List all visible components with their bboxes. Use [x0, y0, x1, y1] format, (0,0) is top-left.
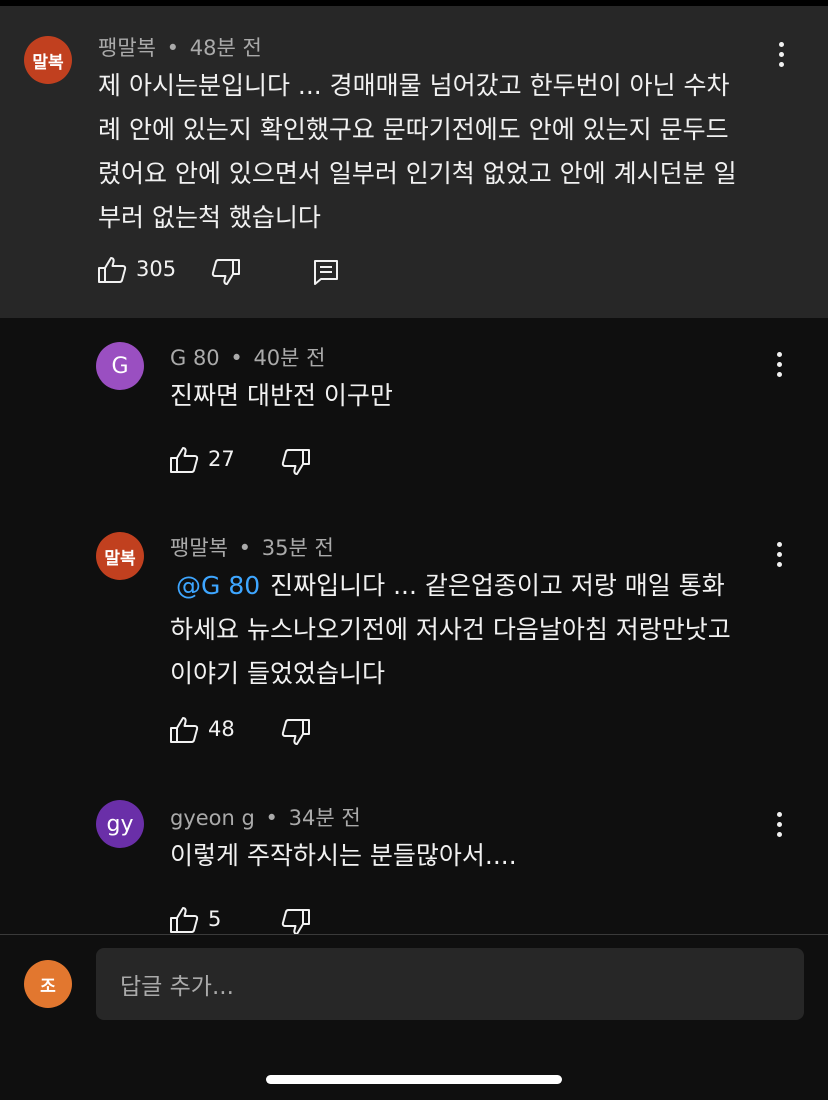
thumbs-up-icon[interactable]	[168, 714, 200, 746]
comment-line-text: 진짜입니다 ... 같은업종이고 저랑 매일 통화	[270, 571, 725, 600]
thumbs-down-icon[interactable]	[280, 906, 312, 934]
avatar[interactable]: 말복	[24, 36, 72, 84]
timestamp: 34분 전	[288, 806, 361, 830]
author-name[interactable]: G 80	[170, 346, 220, 370]
comment-line: 부러 없는척 했습니다	[98, 203, 321, 232]
thumbs-down-icon[interactable]	[280, 716, 312, 748]
comment-line: 진짜면 대반전 이구만	[170, 381, 393, 410]
separator-dot: •	[238, 536, 252, 560]
separator-dot: •	[265, 806, 278, 830]
comment-text: 진짜면 대반전 이구만	[170, 374, 790, 418]
thumbs-up-icon[interactable]	[96, 254, 128, 286]
like-count: 5	[208, 907, 222, 931]
current-user-avatar: 조	[24, 960, 72, 1008]
thumbs-up-icon[interactable]	[168, 904, 200, 934]
divider	[0, 934, 828, 935]
comment-meta: G 80 • 40분 전	[170, 342, 325, 372]
author-name[interactable]: gyeon g	[170, 806, 255, 830]
comment-text: 제 아시는분입니다 ... 경매매물 넘어갔고 한두번이 아닌 수차 례 안에 …	[98, 64, 798, 240]
comment-line: 이야기 들었었습니다	[170, 659, 385, 688]
comment-meta: 팽말복 • 48분 전	[98, 32, 262, 62]
timestamp: 48분 전	[189, 36, 262, 60]
timestamp: 35분 전	[261, 536, 334, 560]
reply-item: G G 80 • 40분 전 진짜면 대반전 이구만 27	[0, 318, 828, 498]
thumbs-down-icon[interactable]	[210, 256, 242, 288]
avatar[interactable]: G	[96, 342, 144, 390]
separator-dot: •	[230, 346, 243, 370]
reply-comment-icon[interactable]	[310, 256, 342, 288]
comment-item: 말복 팽말복 • 48분 전 제 아시는분입니다 ... 경매매물 넘어갔고 한…	[0, 0, 828, 318]
thumbs-down-icon[interactable]	[280, 446, 312, 478]
home-indicator[interactable]	[266, 1075, 562, 1084]
thumbs-up-icon[interactable]	[168, 444, 200, 476]
mention-link[interactable]: @G 80	[176, 571, 260, 600]
like-count: 27	[208, 447, 235, 471]
comment-line: 례 안에 있는지 확인했구요 문따기전에도 안에 있는지 문두드	[98, 115, 729, 144]
comment-text: @G 80 진짜입니다 ... 같은업종이고 저랑 매일 통화 하세요 뉴스나오기…	[170, 564, 790, 696]
comment-line: 이렇게 주작하시는 분들많아서....	[170, 841, 517, 870]
avatar[interactable]: gy	[96, 800, 144, 848]
comment-text: 이렇게 주작하시는 분들많아서....	[170, 834, 790, 878]
comment-line: 하세요 뉴스나오기전에 저사건 다음날아침 저랑만낫고	[170, 615, 731, 644]
comment-line: 제 아시는분입니다 ... 경매매물 넘어갔고 한두번이 아닌 수차	[98, 71, 730, 100]
comment-line: @G 80 진짜입니다 ... 같은업종이고 저랑 매일 통화	[170, 564, 790, 608]
like-count: 48	[208, 717, 235, 741]
comment-meta: 팽말복 • 35분 전	[170, 532, 334, 562]
avatar[interactable]: 말복	[96, 532, 144, 580]
author-name[interactable]: 팽말복	[98, 36, 156, 60]
separator-dot: •	[166, 36, 180, 60]
add-reply-input[interactable]: 답글 추가...	[96, 948, 804, 1020]
reply-item: 말복 팽말복 • 35분 전 @G 80 진짜입니다 ... 같은업종이고 저랑 …	[0, 498, 828, 788]
reply-placeholder: 답글 추가...	[120, 974, 234, 1000]
comment-line: 렸어요 안에 있으면서 일부러 인기척 없었고 안에 계시던분 일	[98, 159, 737, 188]
timestamp: 40분 전	[253, 346, 326, 370]
comment-meta: gyeon g • 34분 전	[170, 802, 361, 832]
reply-item: gy gyeon g • 34분 전 이렇게 주작하시는 분들많아서.... 5	[0, 788, 828, 934]
like-count: 305	[136, 257, 177, 281]
author-name[interactable]: 팽말복	[170, 536, 228, 560]
